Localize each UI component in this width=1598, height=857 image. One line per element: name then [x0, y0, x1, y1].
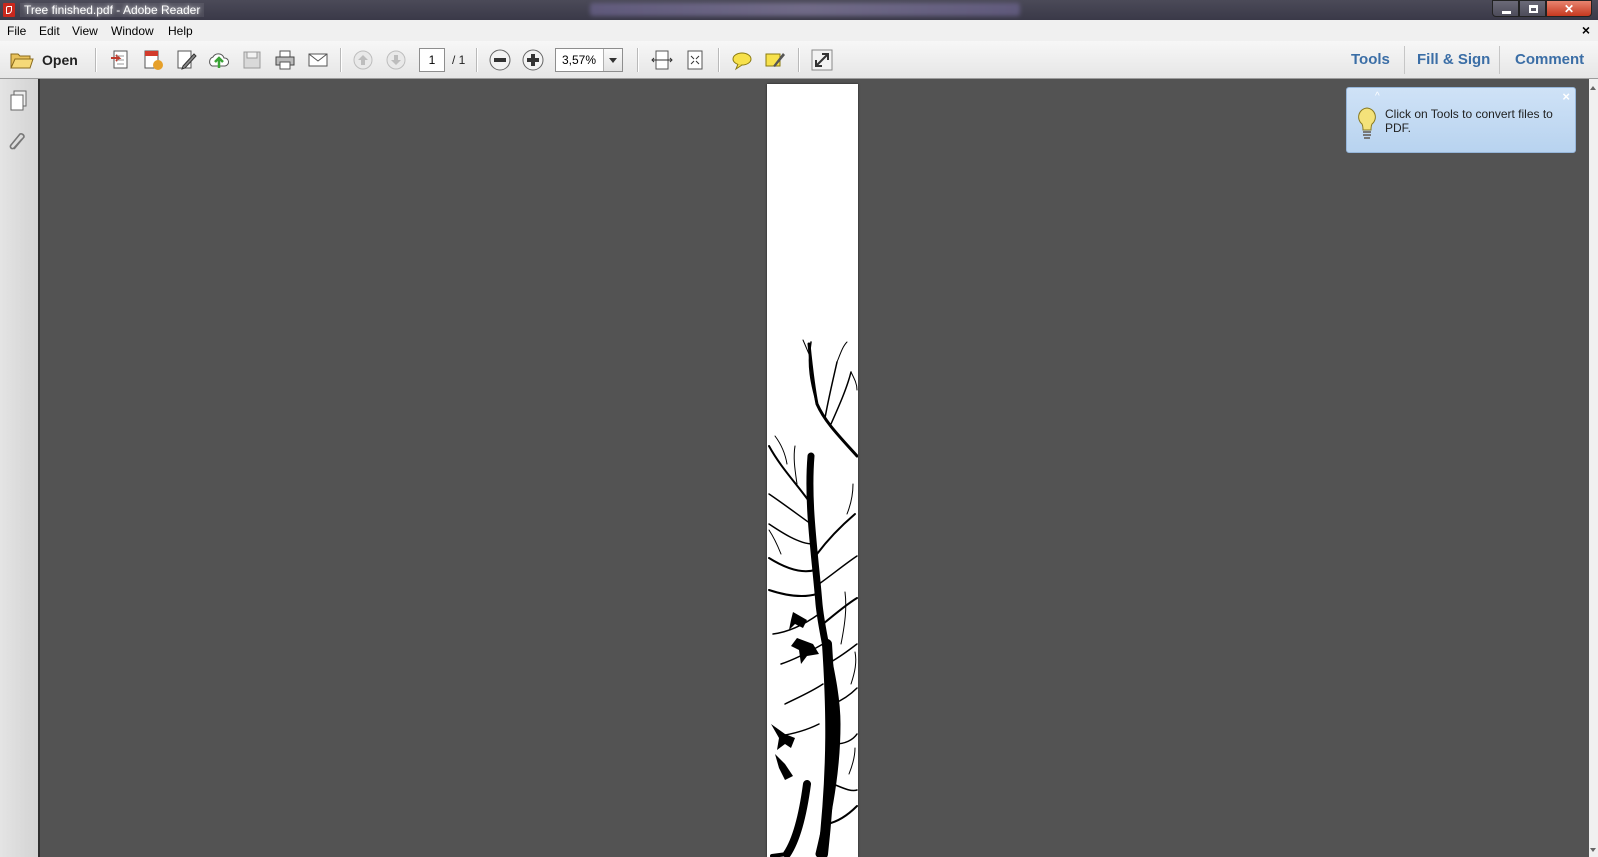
adobe-reader-icon — [3, 3, 15, 17]
tab-separator — [1404, 46, 1405, 74]
maximize-button[interactable] — [1519, 0, 1546, 17]
export-pdf-icon — [144, 50, 163, 70]
tools-tip-popup: ^ × Click on Tools to convert files to P… — [1346, 87, 1576, 153]
highlighter-icon — [765, 53, 785, 67]
page-total-label: / 1 — [452, 53, 466, 67]
open-button[interactable]: Open — [8, 49, 80, 71]
edit-document-icon — [177, 50, 197, 70]
toolbar-separator — [476, 48, 477, 72]
chevron-up-icon: ^ — [1375, 91, 1380, 102]
toolbar-separator — [718, 48, 719, 72]
navigation-pane — [0, 79, 40, 857]
fit-page-button[interactable] — [683, 48, 707, 72]
plus-circle-icon — [522, 49, 544, 71]
menu-bar: File Edit View Window Help × — [0, 20, 1598, 41]
close-window-button[interactable]: ✕ — [1546, 0, 1592, 17]
menu-file[interactable]: File — [7, 24, 26, 38]
comment-bubble-icon — [732, 52, 752, 71]
arrow-down-icon — [386, 50, 406, 70]
full-screen-button[interactable] — [810, 48, 834, 72]
print-icon — [275, 50, 295, 70]
zoom-out-button[interactable] — [488, 48, 512, 72]
tip-text: Click on Tools to convert files to PDF. — [1385, 107, 1553, 135]
vertical-scrollbar[interactable] — [1589, 79, 1598, 857]
menu-window[interactable]: Window — [111, 24, 154, 38]
tab-tools[interactable]: Tools — [1351, 51, 1390, 68]
scrolling-mode-button[interactable] — [650, 48, 674, 72]
menu-view[interactable]: View — [72, 24, 98, 38]
sticky-note-button[interactable] — [730, 48, 754, 72]
zoom-in-button[interactable] — [521, 48, 545, 72]
previous-page-button[interactable] — [351, 48, 375, 72]
save-icon — [243, 51, 261, 69]
toolbar-separator — [95, 48, 96, 72]
fit-width-icon — [651, 50, 673, 70]
save-button[interactable] — [240, 48, 264, 72]
create-pdf-button[interactable] — [108, 48, 132, 72]
minus-circle-icon — [489, 49, 511, 71]
page-thumbnails-button[interactable] — [7, 89, 31, 113]
next-page-button[interactable] — [384, 48, 408, 72]
pdf-page — [767, 84, 858, 857]
page-number-input[interactable]: 1 — [419, 48, 445, 72]
cloud-upload-icon — [209, 53, 229, 68]
window-title: Tree finished.pdf - Adobe Reader — [20, 3, 205, 17]
create-pdf-icon — [111, 50, 128, 69]
pages-icon — [10, 90, 27, 111]
scroll-down-icon[interactable] — [1590, 848, 1596, 855]
zoom-level-select[interactable]: 3,57% — [555, 48, 623, 72]
menu-help[interactable]: Help — [168, 24, 193, 38]
attachments-button[interactable] — [7, 131, 31, 155]
chevron-down-icon[interactable] — [603, 49, 622, 71]
close-tip-button[interactable]: × — [1562, 89, 1570, 104]
minimize-button[interactable] — [1492, 0, 1519, 17]
upload-cloud-button[interactable] — [207, 48, 231, 72]
lightbulb-icon — [1358, 107, 1376, 139]
tree-silhouette-image — [768, 339, 858, 857]
menu-edit[interactable]: Edit — [39, 24, 60, 38]
tab-comment[interactable]: Comment — [1515, 51, 1584, 68]
folder-icon — [10, 53, 34, 69]
window-title-bar: Tree finished.pdf - Adobe Reader ✕ — [0, 0, 1598, 20]
maximize-icon — [1529, 5, 1538, 13]
open-button-label: Open — [42, 52, 78, 68]
toolbar-separator — [637, 48, 638, 72]
highlight-text-button[interactable] — [763, 48, 787, 72]
minimize-icon — [1502, 11, 1511, 14]
expand-icon — [811, 49, 833, 71]
tab-fill-and-sign[interactable]: Fill & Sign — [1417, 51, 1490, 68]
edit-pdf-button[interactable] — [174, 48, 198, 72]
export-pdf-button[interactable] — [141, 48, 165, 72]
paperclip-icon — [9, 133, 25, 150]
main-toolbar: Open 1 / 1 3,57% Tools Fill & Sign Comme… — [0, 41, 1598, 79]
close-icon: ✕ — [1563, 2, 1575, 16]
envelope-icon — [308, 53, 328, 67]
print-button[interactable] — [273, 48, 297, 72]
fit-page-icon — [687, 50, 703, 70]
toolbar-separator — [340, 48, 341, 72]
email-button[interactable] — [306, 48, 330, 72]
arrow-up-icon — [353, 50, 373, 70]
scroll-up-icon[interactable] — [1590, 83, 1596, 90]
tab-separator — [1499, 46, 1500, 74]
toolbar-separator — [798, 48, 799, 72]
close-document-button[interactable]: × — [1582, 22, 1590, 38]
blurred-title-region — [590, 3, 1020, 16]
zoom-level-value: 3,57% — [562, 53, 597, 67]
